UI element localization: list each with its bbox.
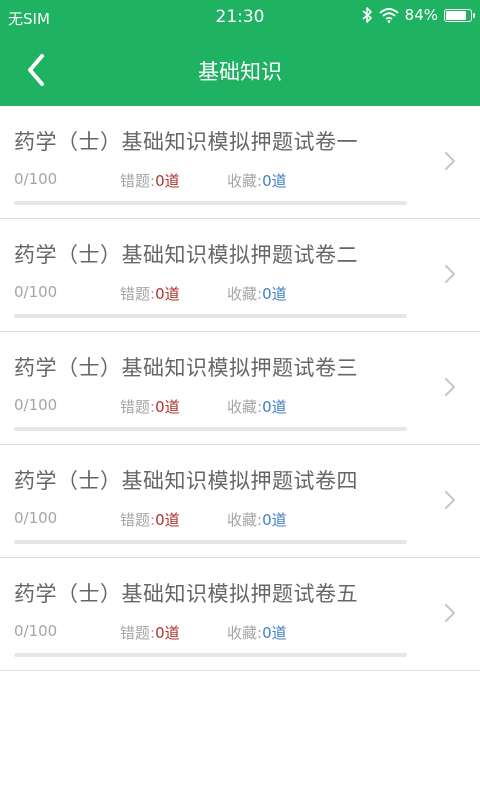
paper-title: 药学（士）基础知识模拟押题试卷五 <box>14 582 358 606</box>
paper-wrong-count: 错题:0道 <box>120 622 180 643</box>
paper-favorite-count: 收藏:0道 <box>227 396 287 417</box>
paper-progress: 0/100 <box>14 622 58 640</box>
paper-wrong-count: 错题:0道 <box>120 509 180 530</box>
page-title: 基础知识 <box>198 60 282 84</box>
battery-level-fill <box>446 10 466 20</box>
paper-progress: 0/100 <box>14 283 58 301</box>
paper-wrong-count: 错题:0道 <box>120 283 180 304</box>
wrong-value: 0道 <box>155 172 180 190</box>
paper-list-item[interactable]: 药学（士）基础知识模拟押题试卷五 0/100 错题:0道 收藏:0道 <box>0 558 480 671</box>
favorite-label: 收藏: <box>227 511 263 529</box>
paper-title: 药学（士）基础知识模拟押题试卷四 <box>14 469 358 493</box>
favorite-value: 0道 <box>262 285 287 303</box>
favorite-label: 收藏: <box>227 285 263 303</box>
chevron-right-icon <box>445 491 455 509</box>
wrong-value: 0道 <box>155 398 180 416</box>
paper-wrong-count: 错题:0道 <box>120 396 180 417</box>
wrong-label: 错题: <box>120 172 156 190</box>
wrong-label: 错题: <box>120 511 156 529</box>
wrong-label: 错题: <box>120 398 156 416</box>
paper-progress-bar <box>14 653 407 657</box>
paper-progress-bar <box>14 314 407 318</box>
paper-favorite-count: 收藏:0道 <box>227 283 287 304</box>
paper-list: 药学（士）基础知识模拟押题试卷一 0/100 错题:0道 收藏:0道 药学（士）… <box>0 106 480 671</box>
paper-progress-bar <box>14 540 407 544</box>
paper-favorite-count: 收藏:0道 <box>227 509 287 530</box>
paper-progress: 0/100 <box>14 396 58 414</box>
paper-list-item[interactable]: 药学（士）基础知识模拟押题试卷一 0/100 错题:0道 收藏:0道 <box>0 106 480 219</box>
battery-percent: 84% <box>404 6 438 24</box>
paper-progress: 0/100 <box>14 170 58 188</box>
paper-progress-bar <box>14 201 407 205</box>
wrong-value: 0道 <box>155 511 180 529</box>
paper-title: 药学（士）基础知识模拟押题试卷二 <box>14 243 358 267</box>
chevron-right-icon <box>445 378 455 396</box>
wrong-label: 错题: <box>120 624 156 642</box>
status-right: 84% <box>361 6 475 24</box>
wrong-label: 错题: <box>120 285 156 303</box>
favorite-value: 0道 <box>262 624 287 642</box>
battery-icon <box>444 8 475 22</box>
wifi-icon <box>379 8 399 23</box>
status-bar: 无SIM 21:30 84% <box>0 0 480 34</box>
favorite-label: 收藏: <box>227 624 263 642</box>
chevron-right-icon <box>445 265 455 283</box>
paper-favorite-count: 收藏:0道 <box>227 622 287 643</box>
app-bar: 基础知识 <box>0 34 480 106</box>
favorite-label: 收藏: <box>227 172 263 190</box>
paper-title: 药学（士）基础知识模拟押题试卷一 <box>14 130 358 154</box>
favorite-value: 0道 <box>262 172 287 190</box>
paper-list-item[interactable]: 药学（士）基础知识模拟押题试卷二 0/100 错题:0道 收藏:0道 <box>0 219 480 332</box>
wrong-value: 0道 <box>155 285 180 303</box>
favorite-value: 0道 <box>262 398 287 416</box>
chevron-right-icon <box>445 604 455 622</box>
favorite-value: 0道 <box>262 511 287 529</box>
paper-progress-bar <box>14 427 407 431</box>
wrong-value: 0道 <box>155 624 180 642</box>
paper-list-item[interactable]: 药学（士）基础知识模拟押题试卷四 0/100 错题:0道 收藏:0道 <box>0 445 480 558</box>
favorite-label: 收藏: <box>227 398 263 416</box>
chevron-right-icon <box>445 152 455 170</box>
paper-progress: 0/100 <box>14 509 58 527</box>
paper-wrong-count: 错题:0道 <box>120 170 180 191</box>
paper-favorite-count: 收藏:0道 <box>227 170 287 191</box>
paper-list-item[interactable]: 药学（士）基础知识模拟押题试卷三 0/100 错题:0道 收藏:0道 <box>0 332 480 445</box>
bluetooth-icon <box>362 7 372 23</box>
paper-title: 药学（士）基础知识模拟押题试卷三 <box>14 356 358 380</box>
